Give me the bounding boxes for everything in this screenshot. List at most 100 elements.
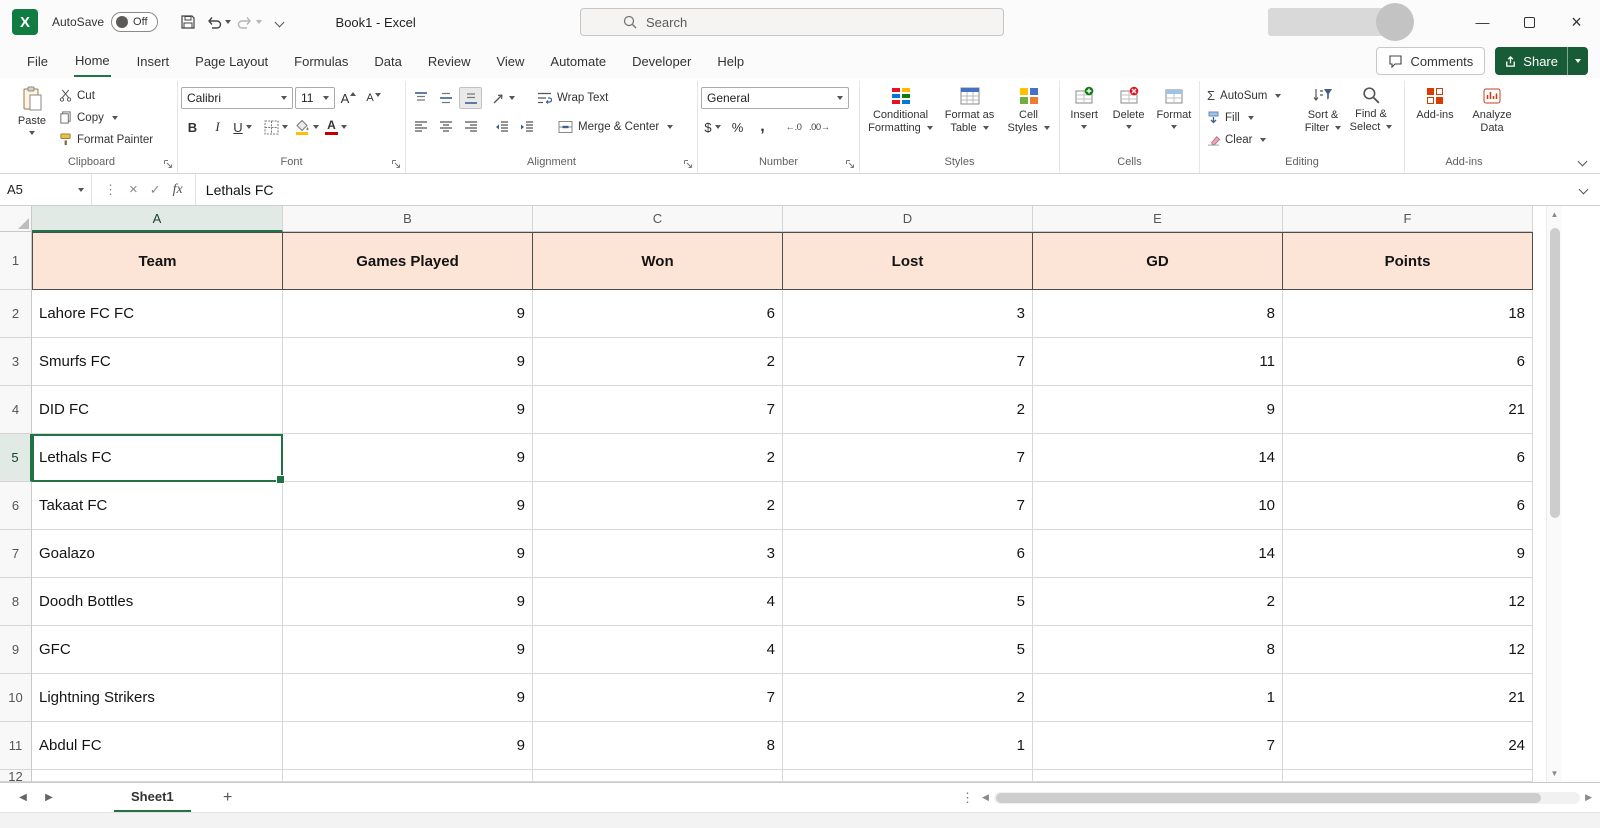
copy-dropdown-icon[interactable] bbox=[111, 115, 118, 120]
conditional-formatting-button[interactable]: Conditional Formatting bbox=[865, 83, 937, 135]
ribbon-tab-page-layout[interactable]: Page Layout bbox=[182, 44, 281, 78]
format-cells-button[interactable]: Format bbox=[1152, 83, 1196, 129]
cell-B11[interactable]: 9 bbox=[283, 722, 533, 770]
ribbon-tab-help[interactable]: Help bbox=[704, 44, 757, 78]
row-header-8[interactable]: 8 bbox=[0, 578, 32, 626]
undo-button[interactable] bbox=[204, 8, 233, 36]
borders-button[interactable] bbox=[262, 116, 290, 138]
minimize-button[interactable]: — bbox=[1459, 0, 1506, 44]
font-color-button[interactable]: A bbox=[323, 116, 349, 138]
column-header-a[interactable]: A bbox=[32, 206, 283, 232]
merge-center-button[interactable]: Merge & Center bbox=[554, 117, 677, 138]
scroll-down-icon[interactable]: ▼ bbox=[1551, 769, 1559, 778]
top-align-button[interactable] bbox=[409, 87, 432, 109]
ribbon-tab-automate[interactable]: Automate bbox=[537, 44, 619, 78]
cell-A11[interactable]: Abdul FC bbox=[32, 722, 283, 770]
cell-A9[interactable]: GFC bbox=[32, 626, 283, 674]
column-header-d[interactable]: D bbox=[783, 206, 1033, 232]
cell-B10[interactable]: 9 bbox=[283, 674, 533, 722]
hscroll-left-icon[interactable]: ◀ bbox=[982, 792, 989, 803]
cut-button[interactable]: Cut bbox=[55, 85, 157, 106]
name-box-dropdown-icon[interactable] bbox=[78, 187, 84, 192]
cell-F4[interactable]: 21 bbox=[1283, 386, 1533, 434]
formula-input[interactable]: Lethals FC bbox=[196, 174, 1566, 205]
vertical-scrollbar[interactable]: ▲ ▼ bbox=[1546, 206, 1562, 782]
cell-E8[interactable]: 2 bbox=[1033, 578, 1283, 626]
cell-A8[interactable]: Doodh Bottles bbox=[32, 578, 283, 626]
cell-E2[interactable]: 8 bbox=[1033, 290, 1283, 338]
sheet-nav-next-icon[interactable]: ▶ bbox=[36, 792, 62, 803]
autosave-control[interactable]: AutoSave Off bbox=[52, 12, 158, 32]
decrease-indent-button[interactable] bbox=[490, 116, 513, 138]
cell-A5[interactable]: Lethals FC bbox=[32, 434, 285, 484]
sheet-nav-prev-icon[interactable]: ◀ bbox=[10, 792, 36, 803]
row-header-12[interactable]: 12 bbox=[0, 770, 32, 782]
search-input[interactable]: Search bbox=[580, 8, 1004, 36]
conditional-formatting-dropdown-icon[interactable] bbox=[926, 126, 933, 131]
underline-button[interactable]: U bbox=[231, 116, 254, 138]
font-dialog-launcher[interactable] bbox=[391, 159, 401, 169]
cell-D5[interactable]: 7 bbox=[783, 434, 1033, 482]
undo-dropdown-icon[interactable] bbox=[224, 20, 231, 24]
cell-B7[interactable]: 9 bbox=[283, 530, 533, 578]
number-dialog-launcher[interactable] bbox=[845, 159, 855, 169]
cell-styles-dropdown-icon[interactable] bbox=[1043, 126, 1050, 131]
cell-styles-button[interactable]: Cell Styles bbox=[1003, 83, 1055, 135]
cell-F10[interactable]: 21 bbox=[1283, 674, 1533, 722]
name-box[interactable]: A5 bbox=[0, 174, 92, 205]
ribbon-tab-home[interactable]: Home bbox=[61, 44, 124, 78]
cell-A10[interactable]: Lightning Strikers bbox=[32, 674, 283, 722]
cell-E6[interactable]: 10 bbox=[1033, 482, 1283, 530]
cell-D3[interactable]: 7 bbox=[783, 338, 1033, 386]
orientation-dropdown-icon[interactable] bbox=[509, 96, 515, 100]
redo-button[interactable] bbox=[235, 8, 264, 36]
cell-C2[interactable]: 6 bbox=[533, 290, 783, 338]
ribbon-tab-data[interactable]: Data bbox=[361, 44, 414, 78]
bottom-align-button[interactable] bbox=[459, 87, 482, 109]
cell-F7[interactable]: 9 bbox=[1283, 530, 1533, 578]
new-sheet-button[interactable]: + bbox=[213, 789, 243, 807]
accounting-format-button[interactable]: $ bbox=[701, 116, 724, 138]
cell-D9[interactable]: 5 bbox=[783, 626, 1033, 674]
fill-color-dropdown-icon[interactable] bbox=[313, 125, 319, 129]
delete-cells-button[interactable]: Delete bbox=[1107, 83, 1149, 129]
paste-dropdown-icon[interactable] bbox=[29, 131, 35, 135]
maximize-button[interactable] bbox=[1506, 0, 1553, 44]
sheet-tab-sheet1[interactable]: Sheet1 bbox=[114, 783, 191, 812]
addins-button[interactable]: Add-ins bbox=[1410, 83, 1460, 122]
underline-dropdown-icon[interactable] bbox=[245, 125, 252, 129]
format-as-table-button[interactable]: Format as Table bbox=[939, 83, 1001, 135]
cell-F3[interactable]: 6 bbox=[1283, 338, 1533, 386]
cell-B5[interactable]: 9 bbox=[283, 434, 533, 482]
cell-F2[interactable]: 18 bbox=[1283, 290, 1533, 338]
cell-E5[interactable]: 14 bbox=[1033, 434, 1283, 482]
insert-dropdown-icon[interactable] bbox=[1081, 125, 1088, 129]
format-painter-button[interactable]: Format Painter bbox=[55, 129, 157, 150]
clear-dropdown-icon[interactable] bbox=[1260, 137, 1267, 142]
wrap-text-button[interactable]: Wrap Text bbox=[533, 88, 612, 109]
find-select-dropdown-icon[interactable] bbox=[1386, 125, 1393, 130]
alignment-dialog-launcher[interactable] bbox=[683, 159, 693, 169]
cell-F9[interactable]: 12 bbox=[1283, 626, 1533, 674]
cell-F1[interactable]: Points bbox=[1283, 232, 1533, 290]
cell-D4[interactable]: 2 bbox=[783, 386, 1033, 434]
cell-C8[interactable]: 4 bbox=[533, 578, 783, 626]
cell-F6[interactable]: 6 bbox=[1283, 482, 1533, 530]
confirm-entry-icon[interactable]: ✓ bbox=[150, 182, 161, 198]
comma-style-button[interactable]: , bbox=[751, 116, 774, 138]
row-header-5[interactable]: 5 bbox=[0, 434, 32, 482]
ribbon-tab-formulas[interactable]: Formulas bbox=[281, 44, 361, 78]
number-format-select[interactable]: General bbox=[701, 87, 849, 109]
hscroll-right-icon[interactable]: ▶ bbox=[1585, 792, 1592, 803]
font-size-select[interactable]: 11 bbox=[295, 87, 335, 109]
cell-E11[interactable]: 7 bbox=[1033, 722, 1283, 770]
cell-B4[interactable]: 9 bbox=[283, 386, 533, 434]
share-button[interactable]: Share bbox=[1495, 47, 1588, 75]
row-header-3[interactable]: 3 bbox=[0, 338, 32, 386]
bold-button[interactable]: B bbox=[181, 116, 204, 138]
find-select-button[interactable]: Find & Select bbox=[1347, 83, 1395, 134]
accounting-dropdown-icon[interactable] bbox=[714, 125, 721, 129]
decrease-decimal-button[interactable]: .00→ bbox=[807, 116, 832, 138]
cell-D11[interactable]: 1 bbox=[783, 722, 1033, 770]
cell-E10[interactable]: 1 bbox=[1033, 674, 1283, 722]
